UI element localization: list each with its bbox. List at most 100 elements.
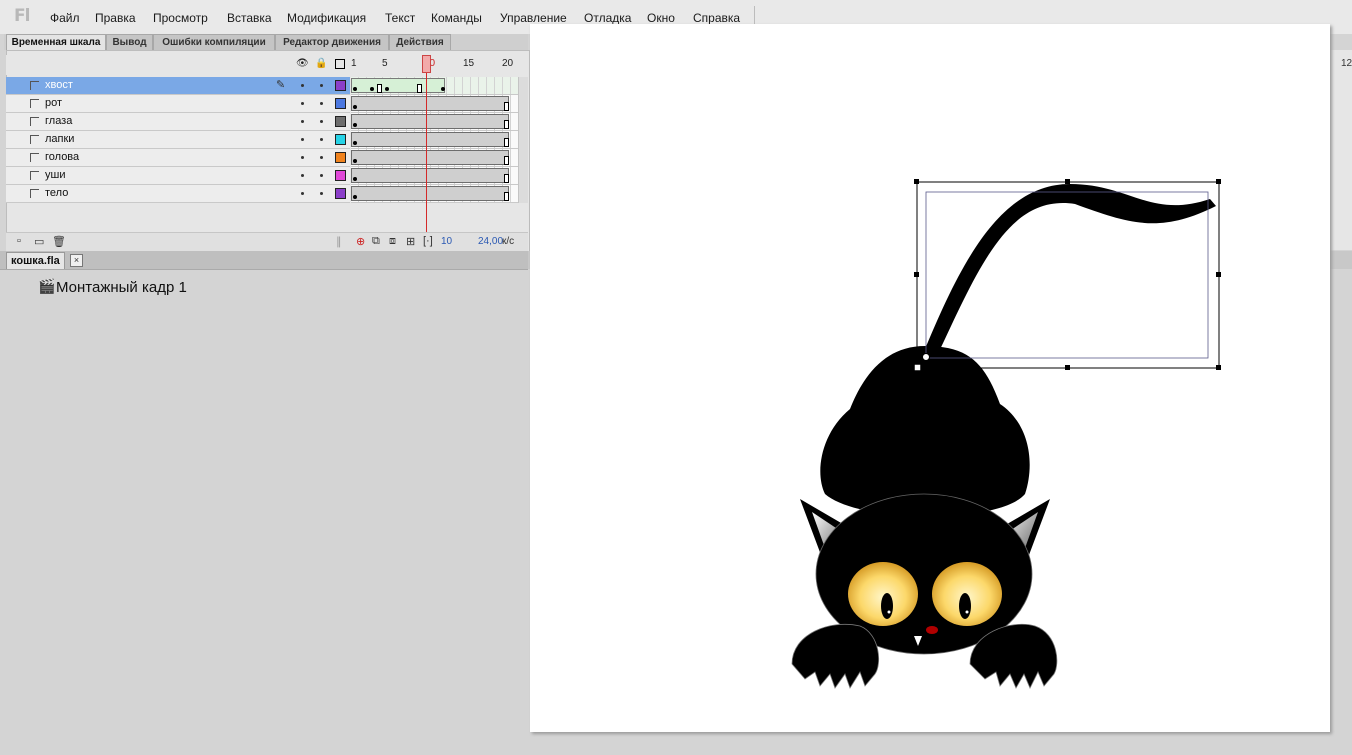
onion-outline-icon[interactable]: ⧈ — [389, 235, 396, 248]
visibility-dot[interactable] — [301, 102, 304, 105]
layer-color-swatch[interactable] — [335, 170, 346, 181]
lock-dot[interactable] — [320, 174, 323, 177]
frame-row[interactable] — [351, 167, 528, 185]
layer-color-swatch[interactable] — [335, 152, 346, 163]
layer-row[interactable]: хвост ✎ — [6, 77, 350, 95]
visibility-dot[interactable] — [301, 192, 304, 195]
tab-motion-editor[interactable]: Редактор движения — [275, 34, 389, 50]
frame-end-marker[interactable] — [377, 84, 382, 93]
tab-compiler-errors[interactable]: Ошибки компиляции — [153, 34, 275, 50]
scroll-grip-icon[interactable]: ∥ — [336, 235, 342, 248]
frame-row[interactable] — [351, 113, 528, 131]
frame-row[interactable] — [351, 95, 528, 113]
keyframe[interactable] — [353, 159, 357, 163]
keyframe[interactable] — [353, 195, 357, 199]
lock-dot[interactable] — [320, 192, 323, 195]
layer-row[interactable]: глаза — [6, 113, 350, 131]
menu-control[interactable]: Управление — [500, 11, 567, 25]
menu-debug[interactable]: Отладка — [584, 11, 631, 25]
frame-end-marker[interactable] — [504, 156, 509, 165]
visibility-dot[interactable] — [301, 84, 304, 87]
lock-dot[interactable] — [320, 102, 323, 105]
stage-canvas[interactable] — [530, 24, 1330, 732]
frame-span[interactable] — [351, 150, 509, 165]
layer-color-swatch[interactable] — [335, 134, 346, 145]
keyframe[interactable] — [370, 87, 374, 91]
lock-dot[interactable] — [320, 138, 323, 141]
menu-text[interactable]: Текст — [385, 11, 415, 25]
tab-actions[interactable]: Действия — [389, 34, 451, 50]
frame-number: 12 — [1341, 58, 1352, 69]
visibility-dot[interactable] — [301, 156, 304, 159]
fps-readout[interactable]: 24,00 — [478, 236, 503, 247]
layer-row[interactable]: тело — [6, 185, 350, 203]
layer-color-swatch[interactable] — [335, 80, 346, 91]
menu-commands[interactable]: Команды — [431, 11, 482, 25]
current-frame-readout[interactable]: 10 — [441, 236, 452, 247]
visibility-dot[interactable] — [301, 138, 304, 141]
center-frame-icon[interactable]: ⊕ — [356, 235, 365, 248]
eye-icon[interactable]: 👁 — [296, 58, 309, 69]
frame-span[interactable] — [351, 186, 509, 201]
lock-dot[interactable] — [320, 156, 323, 159]
layer-row[interactable]: уши — [6, 167, 350, 185]
keyframe[interactable] — [353, 87, 357, 91]
frame-span[interactable] — [351, 96, 509, 111]
playhead[interactable] — [422, 55, 431, 73]
layer-color-swatch[interactable] — [335, 98, 346, 109]
frame-end-marker[interactable] — [504, 120, 509, 129]
outline-icon[interactable] — [335, 59, 345, 69]
frame-span[interactable] — [351, 168, 509, 183]
frame-span[interactable] — [351, 114, 509, 129]
layer-row[interactable]: рот — [6, 95, 350, 113]
keyframe[interactable] — [353, 141, 357, 145]
frame-end-marker[interactable] — [504, 102, 509, 111]
menu-modify[interactable]: Модификация — [287, 11, 366, 25]
trash-icon[interactable]: 🗑 — [52, 235, 66, 248]
timeline-scrollbar[interactable] — [518, 77, 528, 203]
cat-artwork[interactable] — [530, 24, 1330, 732]
motion-tween-span[interactable] — [351, 78, 445, 93]
menu-edit[interactable]: Правка — [95, 11, 136, 25]
frame-end-marker[interactable] — [504, 192, 509, 201]
frame-end-marker[interactable] — [504, 138, 509, 147]
tab-output[interactable]: Вывод — [106, 34, 153, 50]
visibility-dot[interactable] — [301, 174, 304, 177]
frame-row[interactable] — [351, 185, 528, 203]
layer-color-swatch[interactable] — [335, 116, 346, 127]
frame-end-marker[interactable] — [417, 84, 422, 93]
cat-eye-left — [848, 562, 918, 626]
onion-skin-icon[interactable]: ⧉ — [372, 235, 380, 248]
transform-handle — [913, 363, 922, 372]
menu-window[interactable]: Окно — [647, 11, 675, 25]
layer-row[interactable]: голова — [6, 149, 350, 167]
layer-color-swatch[interactable] — [335, 188, 346, 199]
frame-span[interactable] — [351, 132, 509, 147]
menu-help[interactable]: Справка — [693, 11, 740, 25]
new-folder-icon[interactable]: ▭ — [34, 235, 44, 248]
frame-row-tail[interactable] — [351, 77, 528, 95]
lock-dot[interactable] — [320, 120, 323, 123]
tab-timeline[interactable]: Временная шкала — [6, 34, 106, 50]
frame-row[interactable] — [351, 149, 528, 167]
scene-breadcrumb[interactable]: Монтажный кадр 1 — [56, 279, 187, 296]
document-tab[interactable]: кошка.fla — [6, 252, 65, 269]
menu-file[interactable]: Файл — [50, 11, 80, 25]
keyframe[interactable] — [353, 177, 357, 181]
keyframe[interactable] — [385, 87, 389, 91]
close-icon[interactable]: × — [70, 254, 83, 267]
keyframe[interactable] — [353, 123, 357, 127]
keyframe[interactable] — [441, 87, 445, 91]
menu-insert[interactable]: Вставка — [227, 11, 272, 25]
visibility-dot[interactable] — [301, 120, 304, 123]
frame-end-marker[interactable] — [504, 174, 509, 183]
lock-icon[interactable]: 🔒 — [315, 58, 327, 69]
keyframe[interactable] — [353, 105, 357, 109]
onion-markers-icon[interactable]: [·] — [423, 235, 433, 247]
lock-dot[interactable] — [320, 84, 323, 87]
layer-row[interactable]: лапки — [6, 131, 350, 149]
edit-multiple-frames-icon[interactable]: ⊞ — [406, 235, 415, 248]
frame-row[interactable] — [351, 131, 528, 149]
new-layer-icon[interactable]: ▫ — [17, 235, 21, 247]
menu-view[interactable]: Просмотр — [153, 11, 208, 25]
